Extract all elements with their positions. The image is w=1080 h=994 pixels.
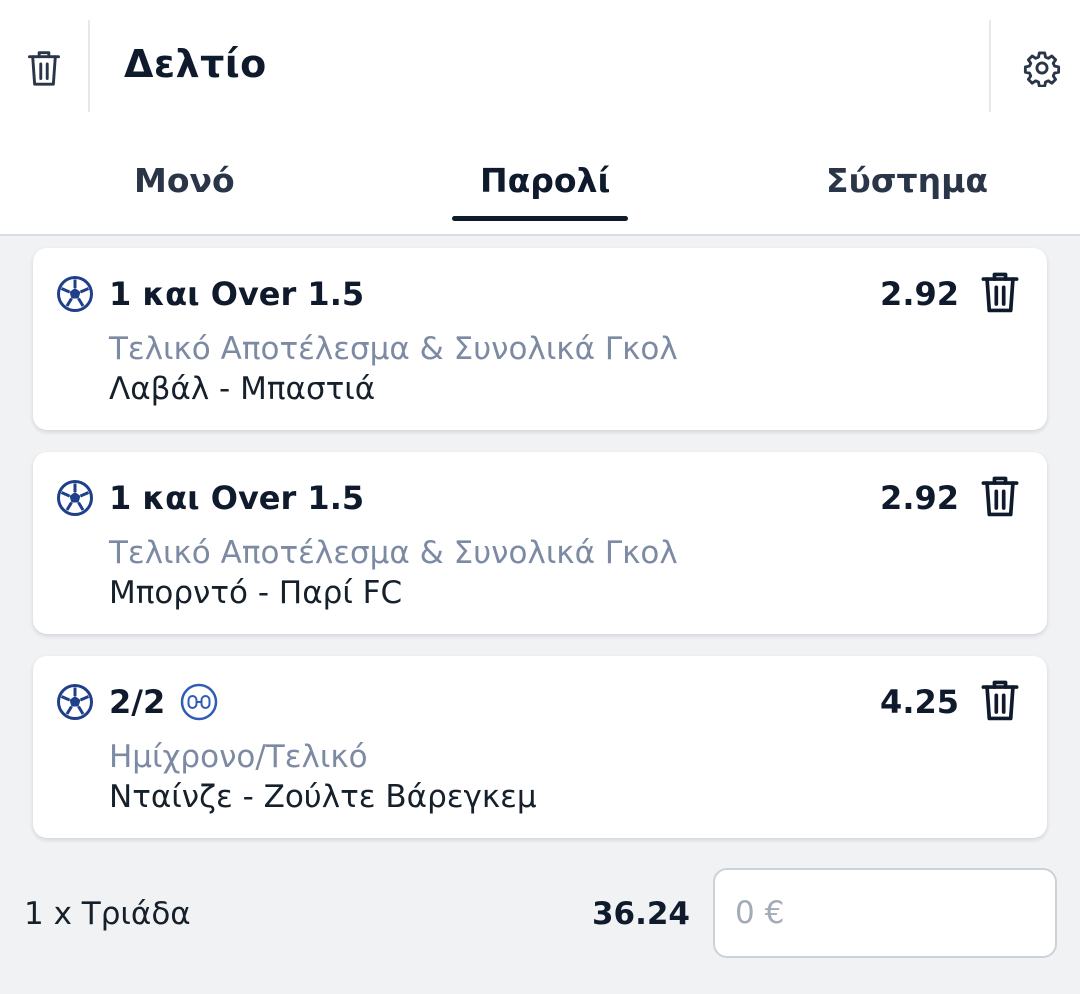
remove-bet-button[interactable] xyxy=(977,268,1027,320)
bet-type-count: 1 x Τριάδα xyxy=(24,896,191,932)
selection-label: 2/2 xyxy=(109,683,166,721)
market-label: Τελικό Αποτέλεσμα & Συνολικά Γκολ xyxy=(109,535,678,571)
trash-icon xyxy=(981,680,1019,721)
selection-label: 1 και Over 1.5 xyxy=(109,275,365,313)
odds-value: 4.25 xyxy=(880,683,959,721)
trash-icon xyxy=(981,476,1019,517)
market-label: Τελικό Αποτέλεσμα & Συνολικά Γκολ xyxy=(109,331,678,367)
total-odds: 36.24 xyxy=(591,896,690,932)
market-label: Ημίχρονο/Τελικό xyxy=(109,739,368,775)
bet-card: 1 και Over 1.5 2.92 Τελικό Αποτέλεσμα & … xyxy=(33,452,1047,634)
selection-label: 1 και Over 1.5 xyxy=(109,479,365,517)
settings-button[interactable] xyxy=(1018,44,1066,92)
tab-parlay[interactable]: Παρολί xyxy=(480,158,610,204)
bet-card: 2/2 4.25 Ημίχρονο/Τελικό Νταίνζε - Ζούλτ… xyxy=(33,656,1047,838)
stake-input[interactable] xyxy=(713,868,1057,958)
gear-icon xyxy=(1023,51,1061,87)
betslip-header: Δελτίο xyxy=(0,0,1080,130)
trash-icon xyxy=(981,272,1019,313)
remove-bet-button[interactable] xyxy=(977,676,1027,728)
betslip-title: Δελτίο xyxy=(124,42,267,86)
match-label: Νταίνζε - Ζούλτε Βάρεγκεμ xyxy=(109,779,537,815)
bet-type-tabs: Μονό Παρολί Σύστημα xyxy=(0,130,1080,236)
halftime-score-icon xyxy=(180,683,218,721)
clear-betslip-button[interactable] xyxy=(18,44,70,92)
football-icon xyxy=(57,276,93,312)
odds-value: 2.92 xyxy=(880,479,959,517)
active-tab-indicator xyxy=(452,216,628,221)
odds-value: 2.92 xyxy=(880,275,959,313)
tab-system[interactable]: Σύστημα xyxy=(826,158,988,204)
match-label: Λαβάλ - Μπαστιά xyxy=(109,371,376,407)
header-divider-left xyxy=(88,20,90,112)
football-icon xyxy=(57,684,93,720)
tab-single[interactable]: Μονό xyxy=(134,158,235,204)
match-label: Μπορντό - Παρί FC xyxy=(109,575,403,611)
bet-card: 1 και Over 1.5 2.92 Τελικό Αποτέλεσμα & … xyxy=(33,248,1047,430)
trash-icon xyxy=(28,51,60,86)
remove-bet-button[interactable] xyxy=(977,472,1027,524)
header-divider-right xyxy=(989,20,991,112)
football-icon xyxy=(57,480,93,516)
